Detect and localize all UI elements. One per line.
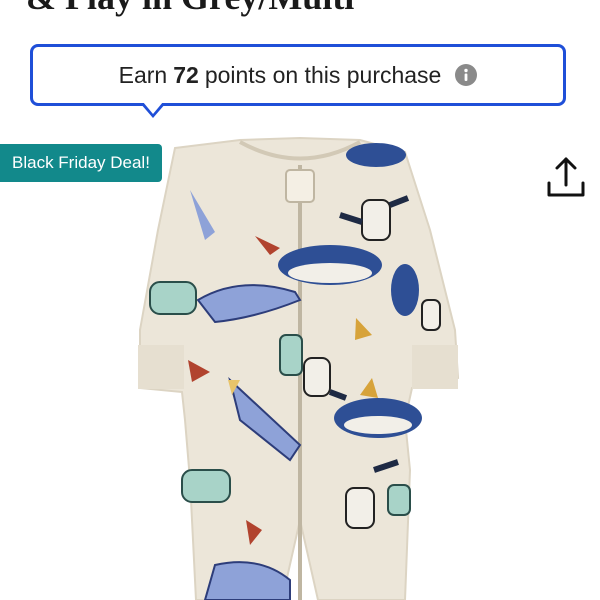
product-title: & Play in Grey/Multi [26, 0, 354, 18]
points-callout: Earn 72 points on this purchase [30, 44, 566, 106]
moose-print [303, 357, 331, 397]
teal-animal-print [149, 281, 197, 315]
share-icon [547, 157, 585, 197]
moose-print [361, 199, 391, 241]
deal-badge: Black Friday Deal! [0, 144, 162, 182]
teal-animal-print [181, 469, 231, 503]
zipper-pull [285, 169, 315, 203]
callout-pointer-fill [143, 102, 163, 114]
right-cuff [412, 345, 458, 389]
points-value: 72 [173, 61, 199, 88]
product-image [138, 136, 460, 600]
share-button[interactable] [541, 155, 591, 203]
moose-print [345, 487, 375, 529]
points-suffix: points on this purchase [204, 61, 442, 88]
points-prefix: Earn [118, 61, 168, 88]
info-icon[interactable] [455, 64, 478, 86]
whale-print [346, 143, 406, 167]
left-cuff [138, 345, 184, 389]
